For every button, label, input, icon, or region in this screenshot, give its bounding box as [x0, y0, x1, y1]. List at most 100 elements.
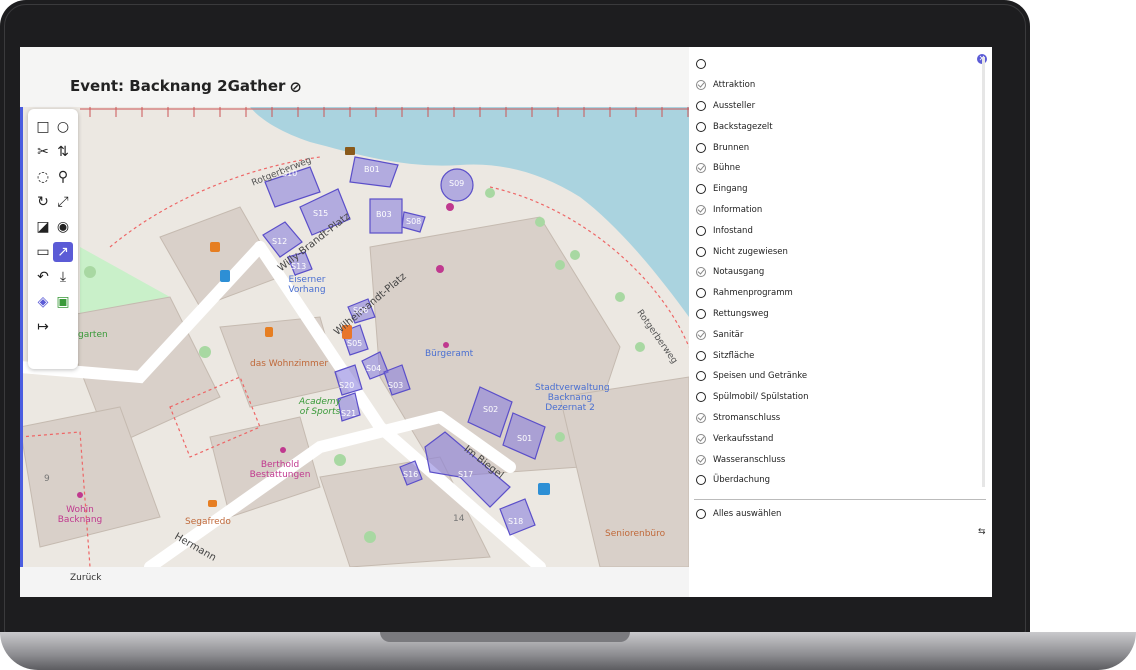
radio-button[interactable] [696, 142, 706, 153]
scissors-icon[interactable]: ✂ [33, 142, 53, 162]
stand-label[interactable]: S10 [282, 169, 297, 178]
logout-icon[interactable]: ↦ [33, 317, 53, 337]
select-all-radio[interactable] [696, 509, 706, 519]
checked-radio[interactable] [696, 412, 706, 423]
checked-radio[interactable] [696, 329, 706, 340]
stand-label[interactable]: S02 [483, 405, 498, 414]
lasso-icon[interactable]: ◌ [33, 167, 53, 187]
poi-berthold: Berthold Bestattungen [249, 460, 311, 480]
list-item-label: Notausgang [713, 267, 765, 278]
scrollbar[interactable] [982, 57, 985, 487]
list-item[interactable]: Spülmobil/ Spülstation [696, 387, 809, 408]
title-bar: Event: Backnang 2Gather ⊘ [20, 47, 689, 107]
checked-radio[interactable] [696, 163, 706, 174]
checked-radio[interactable] [696, 454, 706, 465]
event-map[interactable]: Rotgerberweg Willy-Brandt-Platz Wilhelma… [20, 47, 689, 567]
pin-icon[interactable]: ⚲ [53, 167, 73, 187]
select-all-row[interactable]: Alles auswählen [696, 509, 781, 519]
stand-label[interactable]: B03 [376, 210, 392, 219]
radio-button[interactable] [696, 100, 706, 111]
export-icon[interactable]: ▣ [53, 292, 73, 312]
split-icon[interactable]: ⇅ [53, 142, 73, 162]
stand-label[interactable]: S15 [313, 209, 328, 218]
stand-label[interactable]: S17 [458, 470, 473, 479]
list-item[interactable]: Rettungsweg [696, 304, 809, 325]
radio-button[interactable] [696, 225, 706, 236]
radio-button[interactable] [696, 308, 706, 319]
stand-label[interactable]: S12 [272, 237, 287, 246]
list-item-label: Infostand [713, 225, 753, 236]
radio-button[interactable] [696, 59, 706, 70]
list-item[interactable] [696, 54, 809, 75]
map-footer [20, 567, 689, 597]
stand-label[interactable]: S06 [353, 306, 368, 315]
undo-icon[interactable]: ↶ [33, 267, 53, 287]
radio-button[interactable] [696, 371, 706, 382]
list-item[interactable]: Überdachung [696, 470, 809, 491]
list-item[interactable]: Information [696, 200, 809, 221]
stand-label[interactable]: S16 [403, 470, 418, 479]
list-item[interactable]: Rahmenprogramm [696, 283, 809, 304]
list-item[interactable]: Sanitär [696, 324, 809, 345]
list-item[interactable]: Brunnen [696, 137, 809, 158]
stand-label[interactable]: S05 [347, 339, 362, 348]
stand-label[interactable]: S09 [449, 179, 464, 188]
layers-fill-icon[interactable]: ◪ [33, 217, 53, 237]
list-item[interactable]: Aussteller [696, 96, 809, 117]
radio-button[interactable] [696, 350, 706, 361]
list-item[interactable]: Stromanschluss [696, 408, 809, 429]
checked-radio[interactable] [696, 433, 706, 444]
stand-label[interactable]: S03 [388, 381, 403, 390]
square-icon[interactable]: □ [33, 117, 53, 137]
ruler-icon[interactable]: ▭ [33, 242, 53, 262]
list-item[interactable]: Speisen und Getränke [696, 366, 809, 387]
list-item[interactable]: Eingang [696, 179, 809, 200]
radio-button[interactable] [696, 184, 706, 195]
list-item[interactable]: Nicht zugewiesen [696, 241, 809, 262]
stand-label[interactable]: B01 [364, 165, 380, 174]
list-item[interactable]: Notausgang [696, 262, 809, 283]
rotate-icon[interactable]: ↻ [33, 192, 53, 212]
stand-label[interactable]: S04 [366, 364, 381, 373]
layers-icon[interactable]: ◈ [33, 292, 53, 312]
stand-label[interactable]: S08 [406, 217, 421, 226]
checked-radio[interactable] [696, 267, 706, 278]
house-number-14: 14 [453, 514, 465, 524]
list-item[interactable]: Bühne [696, 158, 809, 179]
checked-radio[interactable] [696, 80, 706, 91]
radio-button[interactable] [696, 246, 706, 257]
download-icon[interactable]: ⤓ [53, 267, 73, 287]
select-all-label: Alles auswählen [713, 509, 782, 519]
radio-button[interactable] [696, 475, 706, 486]
circle-icon[interactable]: ○ [53, 117, 73, 137]
radio-button[interactable] [696, 288, 706, 299]
list-item-label: Stromanschluss [713, 412, 781, 423]
radio-button[interactable] [696, 121, 706, 132]
stand-label[interactable]: S21 [341, 409, 356, 418]
resize-icon[interactable]: ⤢ [53, 192, 73, 212]
list-item[interactable]: Sitzfläche [696, 345, 809, 366]
toggle-icon[interactable]: ⇆ [978, 527, 986, 537]
eye-icon[interactable]: ◉ [53, 217, 73, 237]
list-item[interactable]: Wasseranschluss [696, 449, 809, 470]
eye-off-icon[interactable]: ⊘ [289, 78, 302, 96]
event-title-text: Event: Backnang 2Gather [70, 77, 286, 95]
chart-line-icon[interactable]: ↗ [53, 242, 73, 262]
stand-label[interactable]: S01 [517, 434, 532, 443]
stand-label[interactable]: S13 [291, 262, 306, 271]
list-item-label: Aussteller [713, 100, 756, 111]
list-item[interactable]: Infostand [696, 220, 809, 241]
back-link[interactable]: Zurück [70, 573, 101, 583]
poi-garten: garten [78, 330, 108, 340]
list-item[interactable]: Backstagezelt [696, 116, 809, 137]
stand-label[interactable]: S18 [508, 517, 523, 526]
checked-radio[interactable] [696, 204, 706, 215]
laptop-notch [380, 632, 630, 642]
category-list: Attraktion Aussteller Backstagezelt Brunnen… [696, 54, 809, 491]
list-item[interactable]: Verkaufsstand [696, 428, 809, 449]
stand-label[interactable]: S20 [339, 381, 354, 390]
list-item-label: Rettungsweg [713, 308, 769, 319]
list-item-label: Rahmenprogramm [713, 288, 793, 299]
radio-button[interactable] [696, 392, 706, 403]
list-item[interactable]: Attraktion [696, 75, 809, 96]
